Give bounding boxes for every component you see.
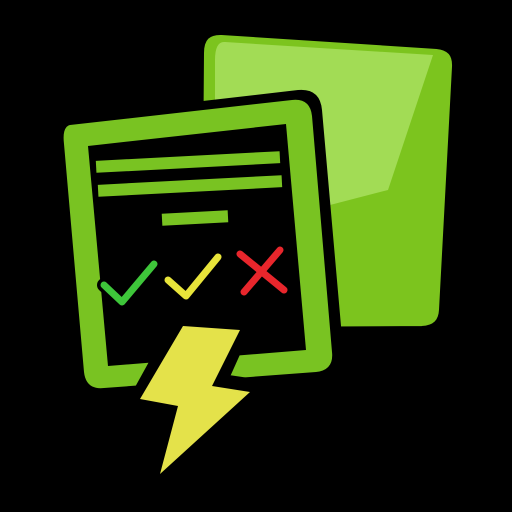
icon-canvas <box>0 0 512 512</box>
app-icon <box>0 0 512 512</box>
